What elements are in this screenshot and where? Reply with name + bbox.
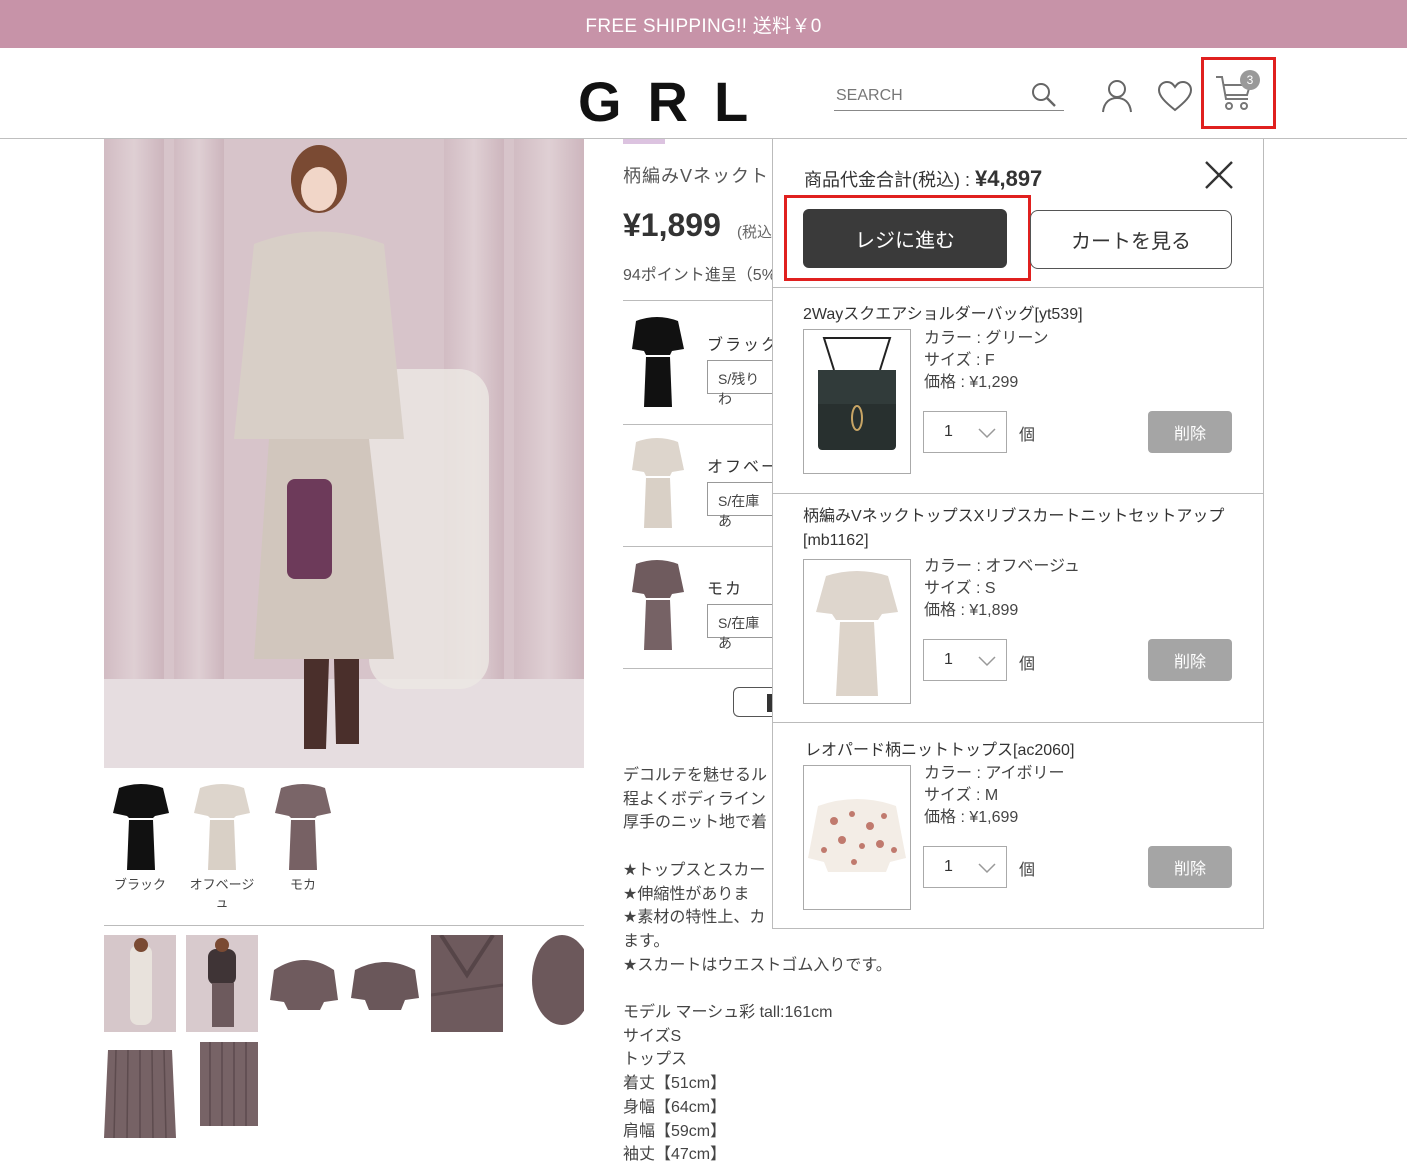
cart-dropdown: 商品代金合計(税込) : ¥4,897 レジに進む カートを見る 2Wayスクエ… bbox=[772, 139, 1264, 929]
search-input[interactable]: SEARCH bbox=[836, 87, 903, 105]
divider bbox=[623, 300, 773, 301]
product-title: 柄編みVネックト bbox=[623, 166, 770, 186]
heart-icon[interactable] bbox=[1157, 80, 1193, 117]
cart-item: 2Wayスクエアショルダーバッグ[yt539] カラー : グリーン サイズ :… bbox=[773, 287, 1263, 493]
color-thumb-black[interactable] bbox=[109, 778, 173, 873]
color-thumb-label: ブラック bbox=[113, 877, 166, 892]
divider bbox=[623, 546, 773, 547]
close-icon[interactable] bbox=[1203, 159, 1235, 196]
delete-button[interactable]: 削除 bbox=[1148, 411, 1232, 453]
cart-item-details: カラー : オフベージュ サイズ : S 価格 : ¥1,899 bbox=[924, 558, 1080, 619]
gallery-thumb[interactable] bbox=[186, 935, 258, 1032]
variant-image-mocha bbox=[630, 556, 685, 652]
main-product-image[interactable] bbox=[104, 139, 584, 768]
logo[interactable]: GRL bbox=[578, 74, 774, 130]
site-header: GRL SEARCH 3 bbox=[0, 48, 1407, 139]
search-icon[interactable] bbox=[1030, 81, 1058, 114]
color-thumb-label: オフベージ ュ bbox=[189, 877, 255, 910]
quantity-select[interactable]: 1 bbox=[923, 846, 1007, 888]
cart-item-name[interactable]: レオパード柄ニットトップス[ac2060] bbox=[805, 736, 1235, 760]
banner-text: FREE SHIPPING!! 送料￥0 bbox=[585, 15, 822, 37]
cart-total-value: ¥4,897 bbox=[975, 166, 1043, 191]
quantity-unit: 個 bbox=[1019, 862, 1036, 879]
variant-name: オフベー bbox=[707, 459, 780, 476]
gallery-thumb[interactable] bbox=[104, 935, 176, 1032]
cart-total-label: 商品代金合計(税込) : bbox=[804, 170, 975, 190]
delete-button[interactable]: 削除 bbox=[1148, 846, 1232, 888]
quantity-unit: 個 bbox=[1019, 656, 1036, 673]
cart-item-image[interactable] bbox=[803, 559, 911, 704]
tax-label: (税込 bbox=[737, 224, 772, 241]
quantity-unit: 個 bbox=[1019, 427, 1036, 444]
chevron-down-icon bbox=[978, 861, 996, 879]
product-price: ¥1,899 bbox=[623, 207, 721, 243]
divider bbox=[623, 668, 773, 669]
delete-button[interactable]: 削除 bbox=[1148, 639, 1232, 681]
quantity-select[interactable]: 1 bbox=[923, 639, 1007, 681]
checkout-button[interactable]: レジに進む bbox=[803, 209, 1007, 268]
divider bbox=[104, 925, 584, 926]
account-icon[interactable] bbox=[1100, 78, 1134, 119]
gallery-thumb[interactable] bbox=[349, 940, 421, 1037]
cart-item-details: カラー : グリーン サイズ : F 価格 : ¥1,299 bbox=[924, 330, 1049, 391]
chevron-down-icon bbox=[978, 426, 996, 444]
variant-image-offbeige bbox=[630, 434, 685, 530]
gallery-thumb[interactable] bbox=[104, 1042, 176, 1139]
gallery-thumb[interactable] bbox=[431, 935, 503, 1032]
gallery-thumb[interactable] bbox=[268, 940, 340, 1037]
gallery-thumb[interactable] bbox=[186, 1042, 258, 1139]
gallery-thumb[interactable] bbox=[512, 935, 584, 1032]
cart-item-image[interactable] bbox=[803, 329, 911, 474]
shipping-banner: FREE SHIPPING!! 送料￥0 bbox=[0, 0, 1407, 48]
chevron-down-icon bbox=[978, 654, 996, 672]
search-bar[interactable]: SEARCH bbox=[834, 81, 1064, 111]
color-thumb-label: モカ bbox=[289, 877, 316, 892]
cart-total: 商品代金合計(税込) : ¥4,897 bbox=[804, 166, 1042, 192]
color-thumb-offbeige[interactable] bbox=[190, 778, 254, 873]
variant-image-black bbox=[630, 313, 685, 409]
cart-item-name[interactable]: 柄編みVネックトップスXリブスカートニットセットアップ[mb1162] bbox=[803, 505, 1233, 553]
cart-item: 柄編みVネックトップスXリブスカートニットセットアップ[mb1162] カラー … bbox=[773, 493, 1263, 722]
variant-size-select[interactable]: S/在庫あ bbox=[707, 604, 777, 651]
cart-count-badge: 3 bbox=[1240, 70, 1260, 90]
variant-size-select[interactable]: S/残りわ bbox=[707, 360, 777, 407]
variant-size-select[interactable]: S/在庫あ bbox=[707, 482, 777, 529]
color-thumb-mocha[interactable] bbox=[271, 778, 335, 873]
cart-item: レオパード柄ニットトップス[ac2060] カラー : アイボリー サイズ : … bbox=[773, 722, 1263, 928]
cart-button[interactable]: 3 bbox=[1201, 57, 1276, 129]
points-text: 94ポイント進呈（5% bbox=[623, 267, 776, 284]
variant-name: ブラック bbox=[707, 337, 780, 354]
view-cart-button[interactable]: カートを見る bbox=[1030, 210, 1232, 269]
add-to-cart-button[interactable] bbox=[733, 687, 773, 717]
divider bbox=[623, 424, 773, 425]
category-tag bbox=[623, 139, 665, 144]
cart-item-details: カラー : アイボリー サイズ : M 価格 : ¥1,699 bbox=[924, 765, 1065, 826]
cart-item-image[interactable] bbox=[803, 765, 911, 910]
variant-name: モカ bbox=[707, 581, 744, 598]
cart-item-name[interactable]: 2Wayスクエアショルダーバッグ[yt539] bbox=[803, 300, 1233, 324]
quantity-select[interactable]: 1 bbox=[923, 411, 1007, 453]
